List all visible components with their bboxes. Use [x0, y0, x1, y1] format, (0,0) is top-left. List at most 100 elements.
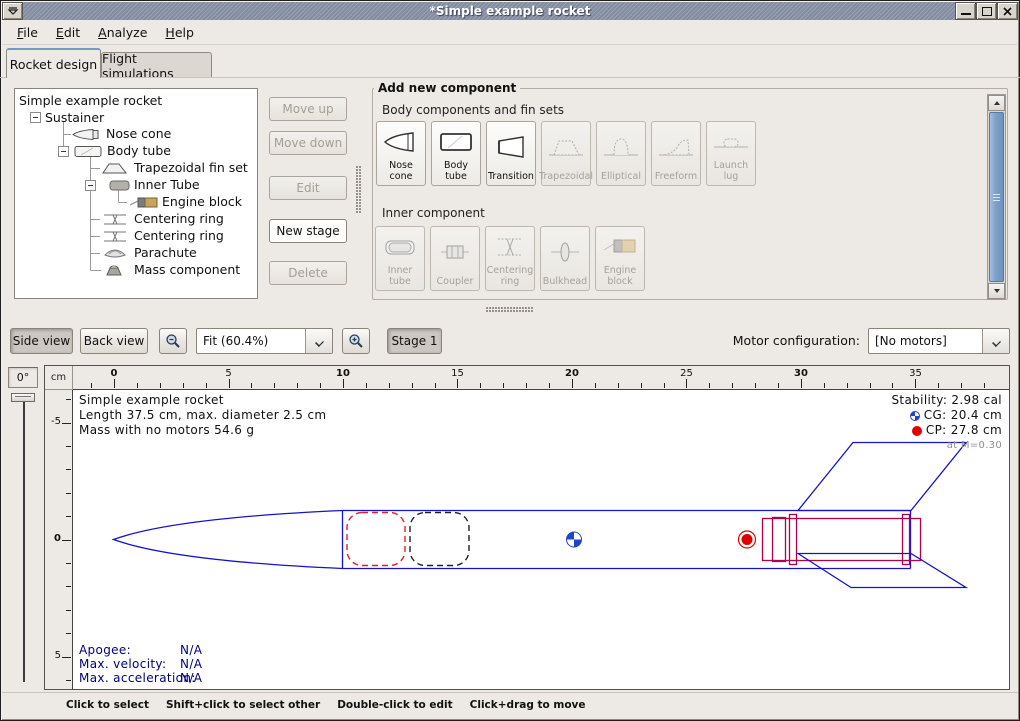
- scrollbar-grip: [993, 194, 1000, 201]
- add-coupler-button[interactable]: Coupler: [430, 226, 480, 291]
- cp-value: CP: 27.8 cm: [926, 423, 1002, 438]
- window-menu-button[interactable]: [2, 2, 23, 20]
- tree-item-nose-cone[interactable]: Nose cone: [106, 126, 171, 141]
- rocket-info-text: Simple example rocket Length 37.5 cm, ma…: [79, 393, 326, 438]
- nose-cone-tree-icon: [71, 128, 101, 141]
- new-stage-button[interactable]: New stage: [269, 219, 347, 243]
- apogee-value: N/A: [180, 643, 202, 657]
- add-centering-ring-button[interactable]: Centering ring: [485, 226, 535, 291]
- move-down-button[interactable]: Move down: [269, 131, 347, 155]
- add-nose-cone-button[interactable]: Nose cone: [376, 121, 426, 186]
- zoom-in-button[interactable]: [342, 328, 370, 354]
- h-ruler-label: 25: [680, 368, 693, 379]
- hint-click-select: Click to select: [66, 699, 149, 718]
- close-icon: [1002, 6, 1013, 17]
- add-transition-button[interactable]: Transition: [486, 121, 536, 186]
- menu-help[interactable]: Help: [156, 22, 203, 43]
- add-trapezoidal-fin-button[interactable]: Trapezoidal: [541, 121, 591, 186]
- add-engine-block-button[interactable]: Engine block: [595, 226, 645, 291]
- horizontal-splitter-handle[interactable]: [486, 307, 534, 313]
- max-velocity-label: Max. velocity:: [79, 657, 166, 671]
- cp-legend-icon: [912, 426, 922, 436]
- max-acceleration-value: N/A: [180, 671, 202, 685]
- rotation-slider-handle[interactable]: [11, 393, 35, 402]
- add-bulkhead-button[interactable]: Bulkhead: [540, 226, 590, 291]
- close-button[interactable]: [997, 2, 1018, 20]
- menu-analyze[interactable]: Analyze: [89, 22, 156, 43]
- tree-item-centering-ring-2[interactable]: Centering ring: [134, 228, 224, 243]
- bulkhead-icon: [545, 227, 585, 277]
- add-elliptical-fin-button[interactable]: Elliptical: [596, 121, 646, 186]
- zoom-out-button[interactable]: [159, 328, 187, 354]
- component-panel-scrollbar[interactable]: [987, 94, 1006, 300]
- tree-item-sustainer[interactable]: Sustainer: [45, 110, 104, 125]
- rotation-angle-display: 0°: [8, 367, 38, 388]
- stage-1-toggle[interactable]: Stage 1: [387, 328, 442, 354]
- tree-expander-inner-tube[interactable]: [85, 180, 96, 191]
- rocket-canvas[interactable]: Simple example rocket Length 37.5 cm, ma…: [73, 390, 1009, 689]
- tree-item-inner-tube[interactable]: Inner Tube: [134, 177, 200, 192]
- back-view-button[interactable]: Back view: [80, 328, 148, 354]
- add-inner-tube-button[interactable]: Inner tube: [375, 226, 425, 291]
- max-velocity-value: N/A: [180, 657, 202, 671]
- component-tree[interactable]: Simple example rocket Sustainer Nose con…: [14, 88, 258, 299]
- centering-ring-tree-icon-1: [101, 213, 129, 226]
- mach-condition: at M=0.30: [891, 438, 1002, 453]
- add-component-title: Add new component: [374, 81, 520, 95]
- window-title: *Simple example rocket: [2, 4, 1018, 18]
- vertical-splitter-handle[interactable]: [356, 166, 362, 214]
- h-ruler-label: 20: [565, 368, 579, 379]
- delete-button[interactable]: Delete: [269, 261, 347, 285]
- tree-item-engine-block[interactable]: Engine block: [162, 194, 242, 209]
- tree-item-fin-set[interactable]: Trapezoidal fin set: [134, 160, 248, 175]
- cp-marker: [739, 531, 756, 548]
- rotation-slider-track[interactable]: [23, 396, 25, 682]
- motor-select-arrow[interactable]: [982, 329, 1009, 353]
- add-launch-lug-button[interactable]: Launch lug: [706, 121, 756, 186]
- tree-item-mass-component[interactable]: Mass component: [134, 262, 240, 277]
- tree-expander-sustainer[interactable]: [30, 112, 41, 123]
- tree-item-rocket[interactable]: Simple example rocket: [19, 93, 162, 108]
- add-freeform-fin-button[interactable]: Freeform: [651, 121, 701, 186]
- edit-button[interactable]: Edit: [269, 176, 347, 200]
- zoom-level-select[interactable]: Fit (60.4%): [196, 328, 333, 354]
- tab-flight-simulations[interactable]: Flight simulations: [101, 52, 212, 78]
- motor-configuration-select[interactable]: [No motors]: [868, 328, 1010, 354]
- arrow-down-icon: [993, 288, 1001, 294]
- maximize-button[interactable]: [976, 2, 997, 20]
- scrollbar-thumb[interactable]: [989, 112, 1004, 282]
- zoom-select-arrow[interactable]: [305, 329, 332, 353]
- engine-block-icon: [600, 227, 640, 266]
- h-ruler-label: 30: [794, 368, 808, 379]
- h-ruler-label: 0: [111, 368, 118, 379]
- tab-rocket-design[interactable]: Rocket design: [6, 48, 101, 78]
- menu-file[interactable]: File: [8, 22, 47, 43]
- engine-block-outline: [773, 518, 786, 562]
- horizontal-ruler: 0 5 10 15 20 25 30 35: [73, 366, 1009, 390]
- parachute-outline: [347, 513, 405, 566]
- hint-click-drag: Click+drag to move: [470, 699, 586, 718]
- mass-component-outline: [410, 513, 469, 566]
- menu-edit[interactable]: Edit: [47, 22, 89, 43]
- body-tube-outline: [343, 511, 911, 569]
- scroll-down-button[interactable]: [988, 283, 1005, 299]
- max-acceleration-label: Max. acceleration:: [79, 671, 196, 685]
- title-bar[interactable]: *Simple example rocket: [2, 2, 1018, 20]
- engine-block-tree-icon: [128, 196, 160, 209]
- move-up-button[interactable]: Move up: [269, 97, 347, 121]
- arrow-up-icon: [993, 100, 1001, 106]
- nose-cone-outline: [114, 511, 343, 569]
- body-tube-tree-icon: [73, 145, 103, 158]
- cg-legend-icon: [910, 411, 920, 421]
- scroll-up-button[interactable]: [988, 95, 1005, 111]
- tree-item-parachute[interactable]: Parachute: [134, 245, 197, 260]
- minimize-button[interactable]: [955, 2, 976, 20]
- flight-data-summary: Apogee:N/A Max. velocity:N/A Max. accele…: [79, 643, 196, 685]
- tree-expander-body-tube[interactable]: [58, 146, 69, 157]
- body-components-label: Body components and fin sets: [382, 103, 564, 117]
- side-view-button[interactable]: Side view: [10, 328, 73, 354]
- v-ruler-label: 0: [54, 533, 61, 544]
- tree-item-body-tube[interactable]: Body tube: [107, 143, 171, 158]
- add-body-tube-button[interactable]: Body tube: [431, 121, 481, 186]
- tree-item-centering-ring-1[interactable]: Centering ring: [134, 211, 224, 226]
